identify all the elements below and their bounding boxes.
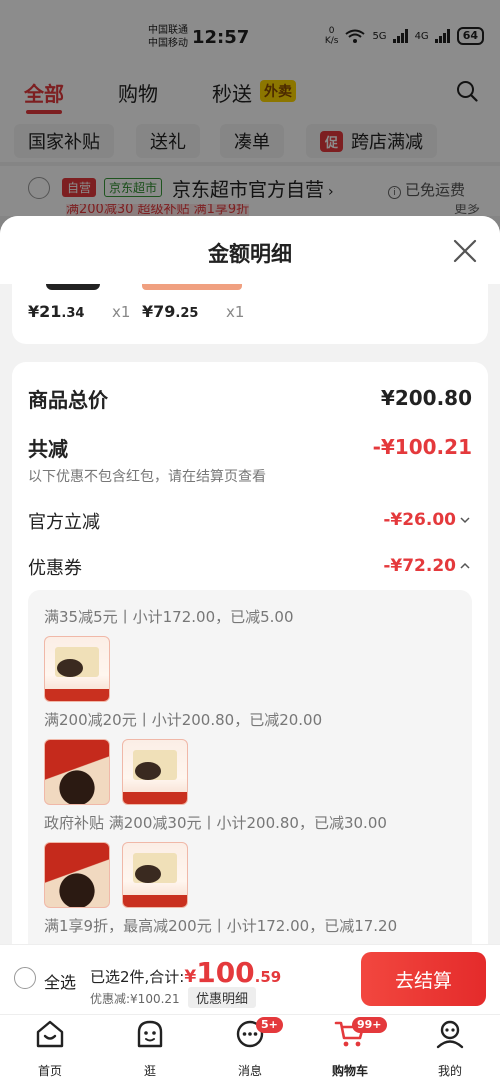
coupon-line: 满200减20元丨小计200.80，已减20.00 [44, 711, 323, 729]
price-dec: .34 [61, 306, 85, 321]
tabbar-label: 购物车 [331, 1064, 368, 1078]
total-label: 商品总价 [28, 388, 108, 412]
tabbar-label: 消息 [237, 1064, 262, 1078]
reduce-value: -¥100.21 [372, 435, 472, 459]
select-all-checkbox[interactable] [14, 967, 36, 989]
official-discount-row-toggle[interactable]: -¥26.00 [383, 510, 470, 530]
product-thumbnail [44, 739, 110, 805]
tabbar-item-browse[interactable]: 逛 [120, 1018, 180, 1079]
cart-total: 已选2件,合计: ¥ 100 .59 [90, 956, 281, 989]
total-value: ¥200.80 [380, 386, 472, 410]
select-all-label[interactable]: 全选 [44, 969, 76, 993]
tabbar-label: 首页 [37, 1064, 62, 1078]
product-thumbnail [44, 636, 110, 702]
tabbar-item-home[interactable]: 首页 [20, 1018, 80, 1079]
coupon-line: 满35减5元丨小计172.00，已减5.00 [44, 608, 294, 626]
product-thumbnail [122, 739, 188, 805]
product-thumbnail [122, 842, 188, 908]
coupon-line: 满1享9折，最高减200元丨小计172.00，已减17.20 [44, 917, 398, 935]
product-thumb-partial [142, 284, 242, 290]
item-qty: x1 [112, 303, 131, 321]
chevron-up-icon [460, 562, 470, 569]
coupon-line: 政府补贴 满200减30元丨小计200.80，已减30.00 [44, 814, 387, 832]
chevron-down-icon [460, 517, 470, 524]
price-dec: .25 [175, 306, 199, 321]
checkout-button[interactable]: 去结算 [361, 952, 486, 1006]
total-int: 100 [196, 956, 255, 989]
reduce-note: 以下优惠不包含红包，请在结算页查看 [28, 469, 266, 485]
item-price: ¥79.25 [142, 302, 198, 321]
coupon-row-toggle[interactable]: -¥72.20 [383, 556, 470, 576]
reduce-label: 共减 [28, 437, 68, 461]
profile-icon [436, 1020, 464, 1049]
discount-summary: 优惠减:¥100.21 [90, 992, 180, 1006]
tabbar-label: 我的 [437, 1064, 462, 1078]
price-int: 79 [153, 302, 176, 321]
selected-count: 已选2件,合计: [90, 968, 185, 986]
total-dec: .59 [254, 968, 282, 986]
coupon-label: 优惠券 [28, 558, 82, 579]
discount-detail-button[interactable]: 优惠明细 [188, 987, 257, 1008]
product-thumb-partial [46, 284, 100, 290]
item-price: ¥21.34 [28, 302, 84, 321]
item-qty: x1 [226, 303, 245, 321]
official-discount-value: -¥26.00 [383, 510, 456, 530]
official-discount-label: 官方立减 [28, 512, 100, 533]
currency-symbol: ¥ [184, 967, 197, 987]
browse-icon [137, 1020, 163, 1048]
tabbar-item-profile[interactable]: 我的 [420, 1018, 480, 1079]
sheet-title: 金额明细 [208, 242, 292, 266]
message-badge: 5+ [256, 1017, 283, 1033]
close-icon[interactable] [452, 238, 478, 264]
tabbar-label: 逛 [143, 1064, 156, 1078]
home-icon [36, 1020, 64, 1048]
currency-symbol: ¥ [28, 302, 40, 321]
coupon-value: -¥72.20 [383, 556, 456, 576]
product-thumbnail [44, 842, 110, 908]
currency-symbol: ¥ [142, 302, 154, 321]
cart-badge: 99+ [352, 1017, 387, 1033]
price-int: 21 [39, 302, 62, 321]
